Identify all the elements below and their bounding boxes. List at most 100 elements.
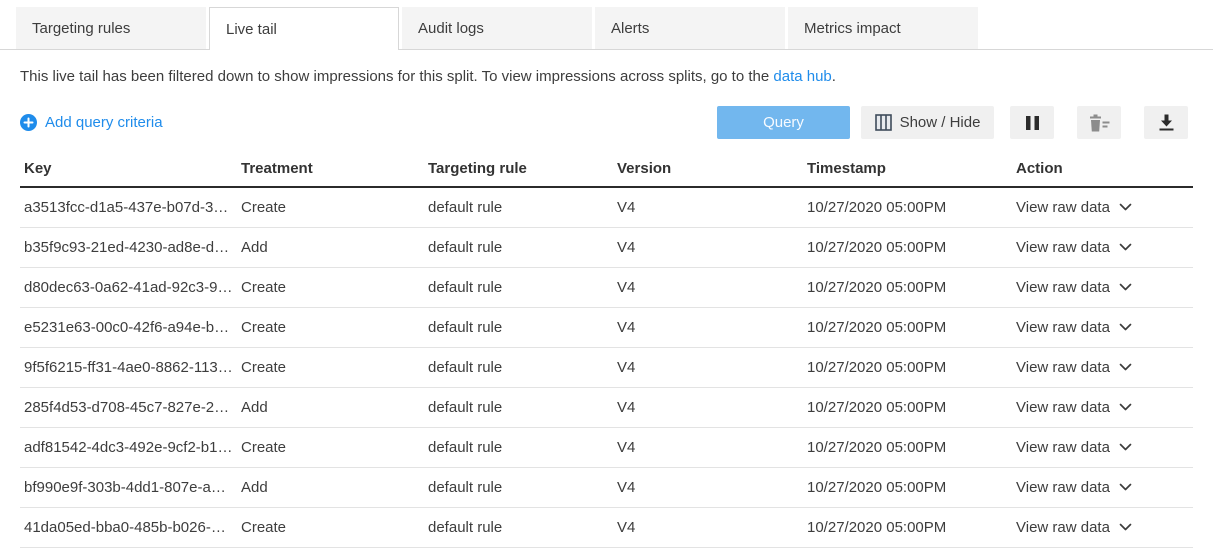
table-row: 41da05ed-bba0-485b-b026-… Create default… [20,508,1193,548]
impression-key: e5231e63-00c0-42f6-a94e-b… [20,319,237,336]
view-raw-data-button[interactable]: View raw data [1016,439,1132,456]
tab-bar: Targeting rules Live tail Audit logs Ale… [0,0,1213,50]
impression-treatment: Create [237,319,424,336]
chevron-down-icon [1119,323,1132,332]
impression-treatment: Create [237,279,424,296]
impression-timestamp: 10/27/2020 05:00PM [803,519,1012,536]
table-row: bf990e9f-303b-4dd1-807e-a… Add default r… [20,468,1193,508]
impression-key: d80dec63-0a62-41ad-92c3-9… [20,279,237,296]
impression-version: V4 [613,239,803,256]
table-row: 285f4d53-d708-45c7-827e-2… Add default r… [20,388,1193,428]
impression-timestamp: 10/27/2020 05:00PM [803,319,1012,336]
impression-version: V4 [613,479,803,496]
impression-targeting-rule: default rule [424,359,613,376]
impression-treatment: Add [237,479,424,496]
impression-key: bf990e9f-303b-4dd1-807e-a… [20,479,237,496]
impression-treatment: Create [237,519,424,536]
impression-timestamp: 10/27/2020 05:00PM [803,439,1012,456]
impression-version: V4 [613,359,803,376]
impression-targeting-rule: default rule [424,399,613,416]
table-row: d80dec63-0a62-41ad-92c3-9… Create defaul… [20,268,1193,308]
impression-timestamp: 10/27/2020 05:00PM [803,239,1012,256]
plus-circle-icon [20,114,37,131]
tab-live-tail[interactable]: Live tail [209,7,399,50]
tab-alerts[interactable]: Alerts [595,7,785,49]
chevron-down-icon [1119,443,1132,452]
table-row: a3513fcc-d1a5-437e-b07d-3… Create defaul… [20,188,1193,228]
view-raw-data-label: View raw data [1016,519,1110,536]
impression-version: V4 [613,199,803,216]
tab-audit-logs[interactable]: Audit logs [402,7,592,49]
impression-treatment: Add [237,399,424,416]
data-hub-link[interactable]: data hub [773,68,831,85]
column-header-targeting-rule: Targeting rule [424,160,613,177]
impression-version: V4 [613,439,803,456]
chevron-down-icon [1119,483,1132,492]
columns-icon [875,114,892,131]
view-raw-data-button[interactable]: View raw data [1016,399,1132,416]
impression-timestamp: 10/27/2020 05:00PM [803,199,1012,216]
live-tail-notice: This live tail has been filtered down to… [20,67,1193,87]
view-raw-data-label: View raw data [1016,319,1110,336]
impression-key: adf81542-4dc3-492e-9cf2-b1… [20,439,237,456]
column-header-version: Version [613,160,803,177]
impression-targeting-rule: default rule [424,439,613,456]
notice-suffix: . [832,68,836,85]
chevron-down-icon [1119,403,1132,412]
view-raw-data-button[interactable]: View raw data [1016,279,1132,296]
view-raw-data-button[interactable]: View raw data [1016,479,1132,496]
table-row: adf81542-4dc3-492e-9cf2-b1… Create defau… [20,428,1193,468]
query-button[interactable]: Query [717,106,850,139]
tab-targeting-rules[interactable]: Targeting rules [16,7,206,49]
pause-icon [1025,115,1040,131]
tab-metrics-impact[interactable]: Metrics impact [788,7,978,49]
chevron-down-icon [1119,363,1132,372]
impression-treatment: Add [237,239,424,256]
impression-targeting-rule: default rule [424,239,613,256]
chevron-down-icon [1119,283,1132,292]
toolbar: Add query criteria Query Show / Hide [20,106,1188,139]
view-raw-data-button[interactable]: View raw data [1016,519,1132,536]
table-row: e5231e63-00c0-42f6-a94e-b… Create defaul… [20,308,1193,348]
impression-key: b35f9c93-21ed-4230-ad8e-d… [20,239,237,256]
impression-targeting-rule: default rule [424,319,613,336]
download-icon [1158,114,1175,131]
impression-version: V4 [613,279,803,296]
view-raw-data-label: View raw data [1016,479,1110,496]
chevron-down-icon [1119,523,1132,532]
view-raw-data-label: View raw data [1016,359,1110,376]
column-header-treatment: Treatment [237,160,424,177]
view-raw-data-label: View raw data [1016,239,1110,256]
impression-targeting-rule: default rule [424,519,613,536]
add-query-criteria-button[interactable]: Add query criteria [20,114,163,131]
view-raw-data-button[interactable]: View raw data [1016,239,1132,256]
view-raw-data-button[interactable]: View raw data [1016,319,1132,336]
show-hide-label: Show / Hide [900,114,981,131]
impression-version: V4 [613,399,803,416]
impression-key: 9f5f6215-ff31-4ae0-8862-113… [20,359,237,376]
chevron-down-icon [1119,203,1132,212]
impression-key: 285f4d53-d708-45c7-827e-2… [20,399,237,416]
impression-targeting-rule: default rule [424,199,613,216]
impression-timestamp: 10/27/2020 05:00PM [803,479,1012,496]
trash-clear-icon [1088,114,1110,132]
view-raw-data-button[interactable]: View raw data [1016,199,1132,216]
table-row: 9f5f6215-ff31-4ae0-8862-113… Create defa… [20,348,1193,388]
column-header-key: Key [20,160,237,177]
view-raw-data-label: View raw data [1016,199,1110,216]
view-raw-data-button[interactable]: View raw data [1016,359,1132,376]
chevron-down-icon [1119,243,1132,252]
impression-timestamp: 10/27/2020 05:00PM [803,399,1012,416]
impression-treatment: Create [237,199,424,216]
show-hide-columns-button[interactable]: Show / Hide [861,106,994,139]
impression-key: a3513fcc-d1a5-437e-b07d-3… [20,199,237,216]
impression-key: 41da05ed-bba0-485b-b026-… [20,519,237,536]
impression-treatment: Create [237,359,424,376]
impression-timestamp: 10/27/2020 05:00PM [803,359,1012,376]
impression-version: V4 [613,519,803,536]
clear-log-button[interactable] [1077,106,1121,139]
pause-button[interactable] [1010,106,1054,139]
view-raw-data-label: View raw data [1016,439,1110,456]
impression-version: V4 [613,319,803,336]
download-button[interactable] [1144,106,1188,139]
